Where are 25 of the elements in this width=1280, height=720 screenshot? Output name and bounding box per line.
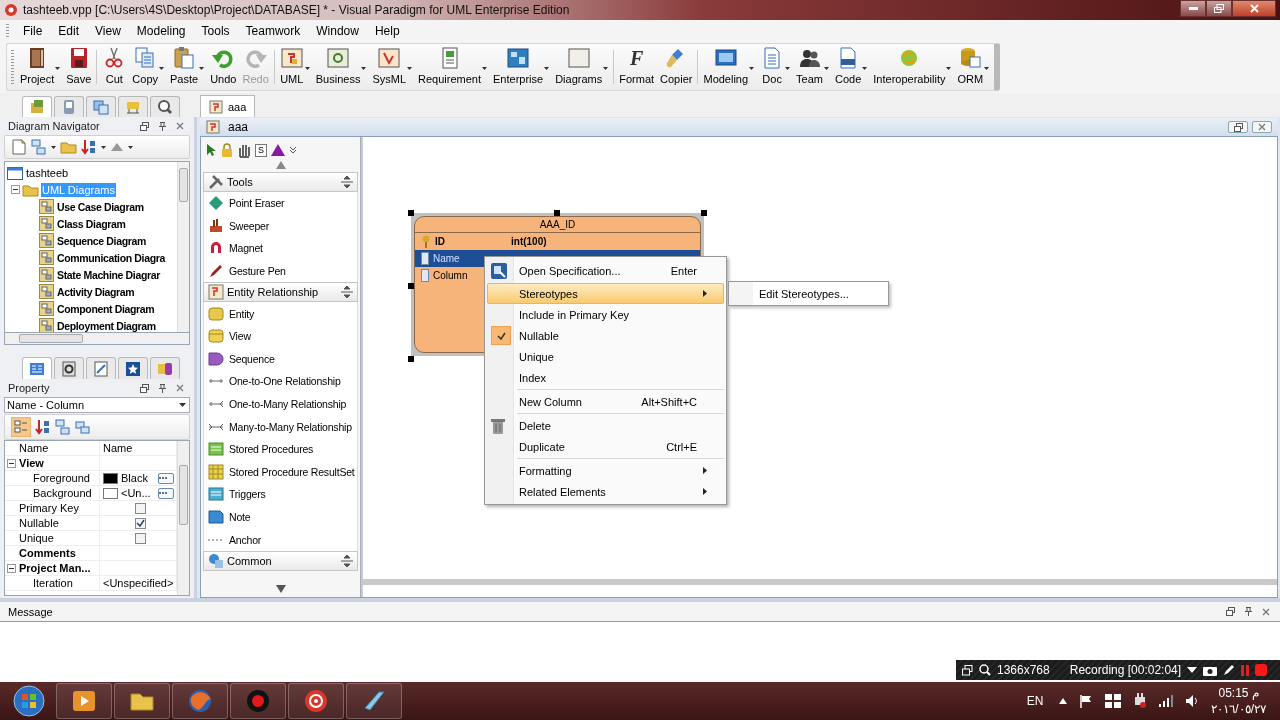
panel-title: Diagram Navigator	[8, 120, 100, 132]
entity-name: AAA_ID	[539, 219, 576, 230]
property-group: Comments	[19, 547, 76, 559]
property-group: View	[19, 457, 44, 469]
column-header: Name	[103, 442, 133, 454]
clock-time: 05:15 م	[1218, 685, 1259, 701]
panel-title: Message	[8, 605, 53, 618]
property-name: Background	[33, 487, 92, 499]
property-name: Primary Key	[19, 502, 79, 514]
property-value: <Un...	[121, 487, 151, 499]
clock-date: ٢٠١٦/٠٥/٢٧	[1211, 701, 1266, 717]
diagram-title: aaa	[228, 120, 249, 134]
property-name: Nullable	[19, 517, 59, 529]
recording-status: Recording [00:02:04]	[1069, 663, 1182, 677]
resolution-label: 1366x768	[997, 663, 1050, 677]
property-value: <Unspecified>	[103, 577, 174, 589]
column-header: Name	[19, 442, 49, 454]
property-value: Black	[121, 472, 148, 484]
panel-title: Property	[8, 382, 50, 394]
property-name: Unique	[19, 532, 54, 544]
property-name: Foreground	[33, 472, 90, 484]
window-title: tashteeb.vpp [C:\Users\4S\Desktop\Project\DATABASE] * - Visual Paradigm for UML Enterprise Edition	[23, 3, 570, 17]
format-icon: F	[629, 46, 644, 70]
property-name: Iteration	[33, 577, 73, 589]
property-group: Project Man...	[19, 562, 91, 574]
